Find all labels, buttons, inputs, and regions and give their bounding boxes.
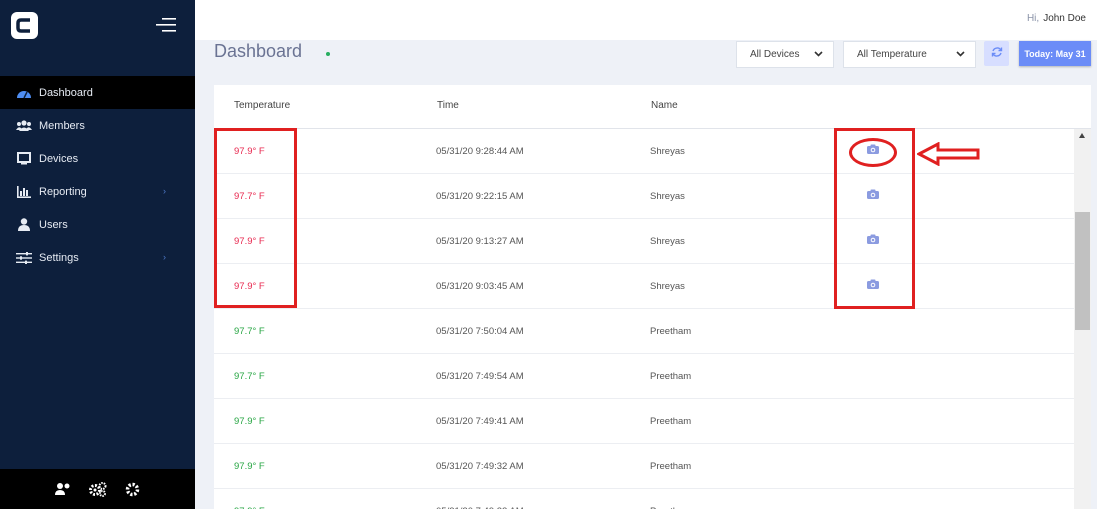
chevron-down-icon — [956, 49, 965, 60]
name-cell: Shreyas — [650, 146, 685, 157]
name-cell: Preetham — [650, 416, 692, 427]
chevron-right-icon: › — [163, 186, 166, 196]
time-cell: 05/31/20 9:28:44 AM — [436, 146, 524, 157]
sidebar-item-reporting[interactable]: Reporting › — [0, 175, 195, 208]
temperature-cell: 97.9° F — [234, 461, 265, 472]
chevron-right-icon: › — [163, 252, 166, 262]
table-row[interactable]: 97.7° F 05/31/20 7:49:54 AM Preetham — [214, 354, 1074, 399]
temperature-cell: 97.7° F — [234, 326, 265, 337]
camera-icon[interactable] — [867, 234, 879, 247]
sidebar-item-members[interactable]: Members — [0, 109, 195, 142]
column-header-temperature[interactable]: Temperature — [234, 100, 290, 111]
temperature-cell: 97.9° F — [234, 236, 265, 247]
time-cell: 05/31/20 9:22:15 AM — [436, 191, 524, 202]
sidebar-footer — [0, 469, 195, 509]
dashboard-icon — [16, 86, 32, 100]
page-title: Dashboard — [214, 41, 303, 61]
table-row[interactable]: 97.7° F 05/31/20 7:50:04 AM Preetham — [214, 309, 1074, 354]
temperature-cell: 97.9° F — [234, 281, 265, 292]
members-icon — [16, 119, 32, 133]
table-row[interactable]: 97.9° F05/31/20 7:49:22 AMPreetham — [214, 489, 1074, 509]
refresh-icon — [991, 45, 1003, 63]
status-dot — [326, 52, 330, 56]
name-cell: Shreyas — [650, 236, 685, 247]
sidebar-item-label: Settings — [39, 251, 79, 264]
top-bar: Hi, John Doe — [195, 0, 1097, 40]
table-row[interactable]: 97.7° F 05/31/20 9:22:15 AM Shreyas — [214, 174, 1074, 219]
sidebar-item-dashboard[interactable]: Dashboard — [0, 76, 195, 109]
name-cell: Preetham — [650, 461, 692, 472]
menu-toggle-icon[interactable] — [156, 17, 176, 33]
time-cell: 05/31/20 7:50:04 AM — [436, 326, 524, 337]
user-greeting[interactable]: Hi, John Doe — [1027, 13, 1086, 24]
time-cell: 05/31/20 7:49:54 AM — [436, 371, 524, 382]
name-cell: Preetham — [650, 326, 692, 337]
user-name: John Doe — [1043, 13, 1086, 24]
sidebar-item-label: Dashboard — [39, 86, 93, 99]
cogs-icon[interactable] — [89, 481, 107, 497]
camera-icon[interactable] — [867, 279, 879, 292]
device-select-value: All Devices — [750, 49, 800, 60]
temperature-select-value: All Temperature — [857, 49, 927, 60]
sidebar-item-devices[interactable]: Devices — [0, 142, 195, 175]
temperature-table: Temperature Time Name 97.9° F 05/31/20 9:… — [214, 85, 1091, 509]
today-button[interactable]: Today: May 31 — [1019, 41, 1091, 66]
table-row[interactable]: 97.9° F 05/31/20 9:03:45 AM Shreyas — [214, 264, 1074, 309]
greeting-prefix: Hi, — [1026, 13, 1040, 24]
table-scrollbar[interactable] — [1074, 129, 1091, 509]
device-select[interactable]: All Devices — [736, 41, 834, 68]
table-row[interactable]: 97.9° F 05/31/20 7:49:32 AM Preetham — [214, 444, 1074, 489]
reporting-icon — [16, 185, 32, 199]
scroll-up-arrow-icon[interactable] — [1079, 133, 1085, 138]
table-row[interactable]: 97.9° F 05/31/20 9:28:44 AM Shreyas — [214, 129, 1074, 174]
gear-icon[interactable] — [125, 482, 140, 497]
table-row[interactable]: 97.9° F 05/31/20 7:49:41 AM Preetham — [214, 399, 1074, 444]
sidebar-item-label: Users — [39, 218, 68, 231]
table-header: Temperature Time Name — [214, 85, 1091, 129]
name-cell: Shreyas — [650, 281, 685, 292]
temperature-select[interactable]: All Temperature — [843, 41, 976, 68]
chevron-down-icon — [814, 49, 823, 60]
sidebar-item-users[interactable]: Users — [0, 208, 195, 241]
temperature-cell: 97.9° F — [234, 416, 265, 427]
scrollbar-thumb[interactable] — [1075, 212, 1090, 330]
refresh-button[interactable] — [984, 41, 1009, 66]
users-icon — [16, 218, 32, 232]
sidebar-item-label: Devices — [39, 152, 79, 165]
name-cell: Preetham — [650, 371, 692, 382]
temperature-cell: 97.7° F — [234, 371, 265, 382]
sliders-icon — [16, 251, 32, 265]
time-cell: 05/31/20 9:13:27 AM — [436, 236, 524, 247]
name-cell: Shreyas — [650, 191, 685, 202]
temperature-cell: 97.7° F — [234, 191, 265, 202]
app-logo[interactable] — [11, 12, 38, 39]
time-cell: 05/31/20 7:49:32 AM — [436, 461, 524, 472]
sidebar-item-label: Members — [39, 119, 85, 132]
sidebar-item-settings[interactable]: Settings › — [0, 241, 195, 274]
time-cell: 05/31/20 9:03:45 AM — [436, 281, 524, 292]
column-header-name[interactable]: Name — [651, 100, 678, 111]
camera-icon[interactable] — [867, 144, 879, 157]
table-body: 97.9° F 05/31/20 9:28:44 AM Shreyas 97.7° F… — [214, 129, 1074, 509]
camera-icon[interactable] — [867, 189, 879, 202]
devices-icon — [16, 152, 32, 166]
user-add-icon[interactable] — [55, 482, 71, 496]
column-header-time[interactable]: Time — [437, 100, 459, 111]
sidebar: Dashboard Members Devices Reporting › Us… — [0, 0, 195, 509]
temperature-cell: 97.9° F — [234, 146, 265, 157]
sidebar-item-label: Reporting — [39, 185, 87, 198]
time-cell: 05/31/20 7:49:41 AM — [436, 416, 524, 427]
sidebar-nav: Dashboard Members Devices Reporting › Us… — [0, 76, 195, 274]
table-row[interactable]: 97.9° F 05/31/20 9:13:27 AM Shreyas — [214, 219, 1074, 264]
